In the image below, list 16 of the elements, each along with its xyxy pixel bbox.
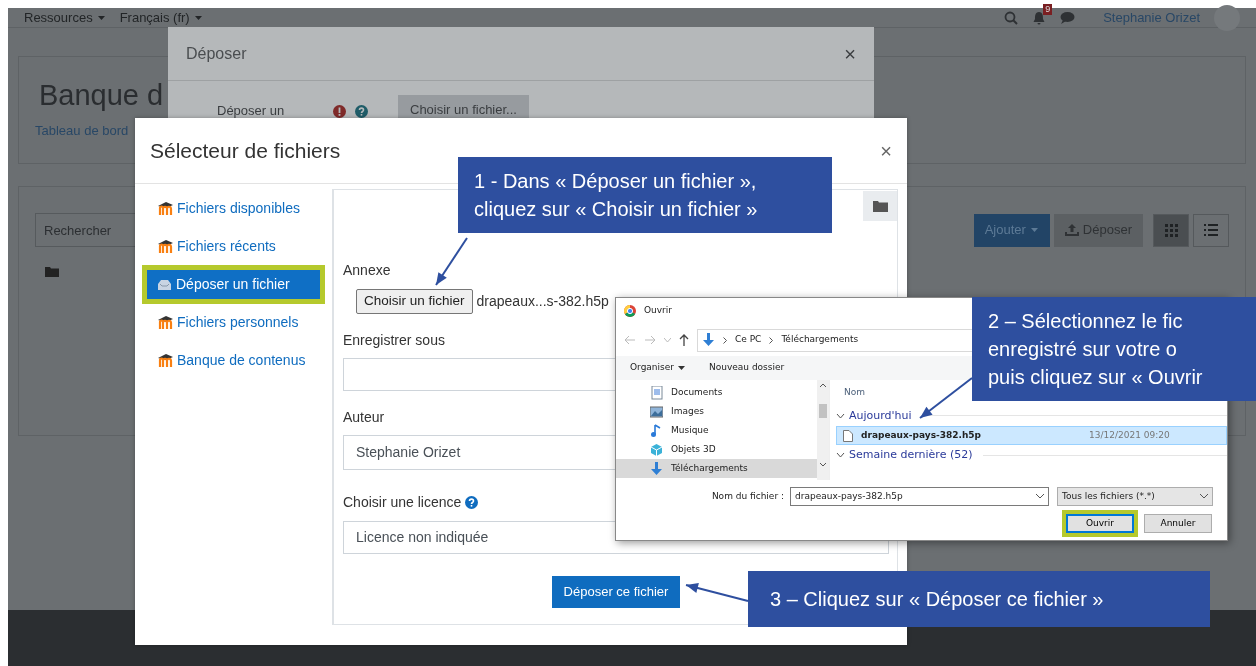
callout-text: 1 - Dans « Déposer un fichier », [474,169,758,194]
callout-text: cliquez sur « Choisir un fichier » [474,197,759,222]
chosen-file-name: drapeaux...s-382.h5p [476,292,609,311]
field-label: Nom du fichier : [711,489,784,503]
field-label: Déposer un [217,102,286,121]
field-label: Choisir une licence [343,493,462,512]
callout-text: 3 – Cliquez sur « Déposer ce fichier » [770,587,1105,612]
field-label: Auteur [343,408,385,427]
notification-count: 9 [1043,3,1053,15]
dialog-title: Déposer [186,43,247,64]
field-label: Enregistrer sous [343,331,445,350]
field-label: Annexe [343,261,391,280]
dialog-title: Sélecteur de fichiers [150,137,341,164]
callout-text: puis cliquez sur « Ouvrir [988,365,1204,390]
page-heading: Banque d [39,78,164,113]
window-title: Ouvrir [644,304,672,318]
